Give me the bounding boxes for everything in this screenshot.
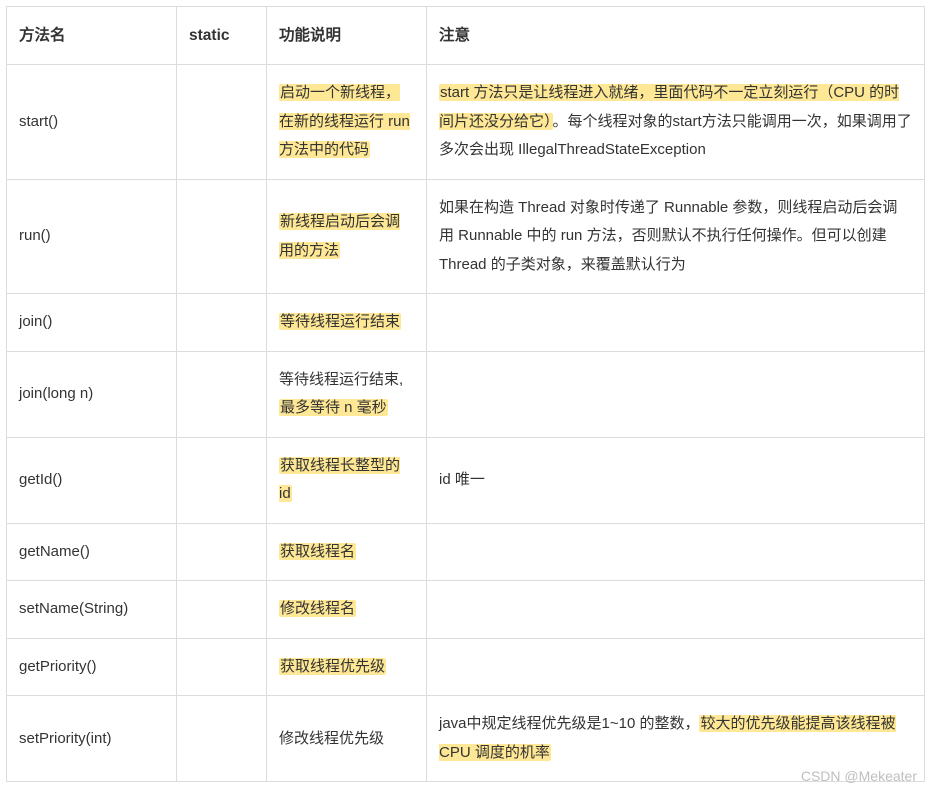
cell-desc: 等待线程运行结束	[267, 294, 427, 352]
table-row: join(long n) 等待线程运行结束, 最多等待 n 毫秒	[7, 351, 925, 437]
cell-desc: 获取线程长整型的 id	[267, 437, 427, 523]
highlighted-text: 获取线程优先级	[279, 658, 386, 675]
header-desc: 功能说明	[267, 7, 427, 65]
plain-text: 等待线程运行结束,	[279, 371, 403, 388]
cell-static	[177, 638, 267, 696]
thread-methods-table: 方法名 static 功能说明 注意 start() 启动一个新线程，在新的线程运…	[6, 6, 925, 782]
cell-note	[427, 523, 925, 581]
highlighted-text: 最多等待 n 毫秒	[279, 399, 388, 416]
plain-text: 修改线程优先级	[279, 730, 384, 747]
cell-desc: 新线程启动后会调用的方法	[267, 179, 427, 294]
cell-desc: 获取线程优先级	[267, 638, 427, 696]
highlighted-text: 获取线程名	[279, 543, 356, 560]
highlighted-text: 新线程启动后会调用的方法	[279, 213, 400, 259]
table-row: run() 新线程启动后会调用的方法如果在构造 Thread 对象时传递了 Run…	[7, 179, 925, 294]
cell-method: getName()	[7, 523, 177, 581]
cell-note	[427, 638, 925, 696]
cell-desc: 启动一个新线程，在新的线程运行 run 方法中的代码	[267, 65, 427, 180]
cell-static	[177, 696, 267, 782]
cell-note: start 方法只是让线程进入就绪，里面代码不一定立刻运行（CPU 的时间片还没…	[427, 65, 925, 180]
highlighted-text: 修改线程名	[279, 600, 356, 617]
header-method: 方法名	[7, 7, 177, 65]
cell-static	[177, 65, 267, 180]
cell-method: run()	[7, 179, 177, 294]
cell-desc: 等待线程运行结束, 最多等待 n 毫秒	[267, 351, 427, 437]
highlighted-text: 获取线程长整型的 id	[279, 457, 400, 503]
cell-note	[427, 294, 925, 352]
table-header-row: 方法名 static 功能说明 注意	[7, 7, 925, 65]
table-row: setName(String) 修改线程名	[7, 581, 925, 639]
cell-note: id 唯一	[427, 437, 925, 523]
header-note: 注意	[427, 7, 925, 65]
cell-method: join()	[7, 294, 177, 352]
highlighted-text: 启动一个新线程，在新的线程运行 run 方法中的代码	[279, 84, 410, 158]
cell-static	[177, 581, 267, 639]
cell-method: setPriority(int)	[7, 696, 177, 782]
table-row: getId() 获取线程长整型的 id id 唯一	[7, 437, 925, 523]
cell-note: 如果在构造 Thread 对象时传递了 Runnable 参数，则线程启动后会调…	[427, 179, 925, 294]
table-row: join() 等待线程运行结束	[7, 294, 925, 352]
plain-text: java中规定线程优先级是1~10 的整数，	[439, 715, 699, 732]
cell-static	[177, 179, 267, 294]
cell-desc: 获取线程名	[267, 523, 427, 581]
cell-method: start()	[7, 65, 177, 180]
cell-static	[177, 523, 267, 581]
table-row: setPriority(int) 修改线程优先级 java中规定线程优先级是1~10…	[7, 696, 925, 782]
cell-method: setName(String)	[7, 581, 177, 639]
cell-desc: 修改线程名	[267, 581, 427, 639]
cell-static	[177, 294, 267, 352]
cell-method: getId()	[7, 437, 177, 523]
table-row: start() 启动一个新线程，在新的线程运行 run 方法中的代码start 方…	[7, 65, 925, 180]
cell-note	[427, 351, 925, 437]
plain-text: id 唯一	[439, 471, 485, 488]
cell-static	[177, 437, 267, 523]
cell-static	[177, 351, 267, 437]
table-row: getName() 获取线程名	[7, 523, 925, 581]
cell-method: getPriority()	[7, 638, 177, 696]
highlighted-text: 等待线程运行结束	[279, 313, 401, 330]
table-row: getPriority() 获取线程优先级	[7, 638, 925, 696]
header-static: static	[177, 7, 267, 65]
plain-text: 如果在构造 Thread 对象时传递了 Runnable 参数，则线程启动后会调…	[439, 199, 897, 273]
cell-desc: 修改线程优先级	[267, 696, 427, 782]
cell-method: join(long n)	[7, 351, 177, 437]
cell-note: java中规定线程优先级是1~10 的整数，较大的优先级能提高该线程被 CPU …	[427, 696, 925, 782]
cell-note	[427, 581, 925, 639]
